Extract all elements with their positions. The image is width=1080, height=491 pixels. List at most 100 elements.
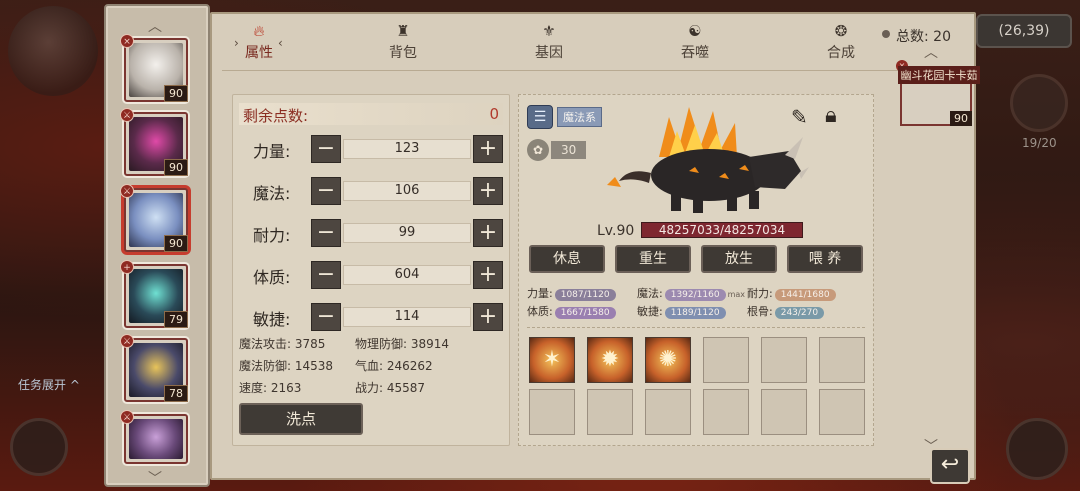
compose-icon: ❂ <box>834 22 848 40</box>
side-pet-level: 90 <box>950 111 972 126</box>
card-level: 90 <box>164 235 188 252</box>
gene-icon: ⚜ <box>542 22 556 40</box>
stat-minus-button[interactable]: − <box>311 177 341 205</box>
remaining-points-row: 剩余点数: 0 <box>239 103 503 125</box>
paw-icon: ✿ <box>527 139 549 161</box>
side-pet-card[interactable]: × 幽斗花园卡卡茹 90 <box>896 60 980 126</box>
roster-card[interactable]: × 90 <box>120 34 188 102</box>
magic-defense-text: 魔法防御: 14538 <box>239 359 334 373</box>
growth-max-badge: max <box>727 290 745 299</box>
tab-divider <box>222 70 964 71</box>
skill-slot[interactable]: ✹ <box>587 337 633 383</box>
rebirth-button[interactable]: 重生 <box>615 245 691 273</box>
list-icon[interactable]: ☰ <box>527 105 553 129</box>
roster-card[interactable]: + 79 <box>120 260 188 328</box>
tab-bag[interactable]: ♜ 背包 <box>368 22 438 62</box>
flame-skill-icon: ✹ <box>600 347 620 372</box>
stat-label: 力量: <box>253 142 291 161</box>
growth-stamina: 耐力: 1441/1680 <box>747 285 836 301</box>
stat-plus-button[interactable]: + <box>473 135 503 163</box>
stat-row-agility: 敏捷: − 114 + <box>239 301 503 333</box>
pet-portrait-tail <box>619 171 651 183</box>
growth-constitution: 体质: 1667/1580 <box>527 303 616 319</box>
stat-value: 604 <box>394 267 420 282</box>
tab-devour[interactable]: ☯ 吞噬 <box>660 22 730 62</box>
stat-minus-button[interactable]: − <box>311 303 341 331</box>
skill-slot-empty[interactable] <box>645 389 691 435</box>
tab-compose[interactable]: ❂ 合成 <box>806 22 876 62</box>
skill-slot-empty[interactable] <box>587 389 633 435</box>
stat-plus-button[interactable]: + <box>473 303 503 331</box>
section-divider <box>527 327 865 328</box>
stat-label: 敏捷: <box>253 310 291 329</box>
rest-button[interactable]: 休息 <box>529 245 605 273</box>
map-ring-button[interactable] <box>1010 74 1068 132</box>
vortex-skill-icon: ✺ <box>658 347 678 372</box>
stat-value-bar: 106 <box>343 181 471 201</box>
feed-button[interactable]: 喂 养 <box>787 245 863 273</box>
stat-plus-button[interactable]: + <box>473 177 503 205</box>
stat-row-stamina: 耐力: − 99 + <box>239 217 503 249</box>
roster-card[interactable]: ⚔ 78 <box>120 334 188 402</box>
skill-slot[interactable]: ✶ <box>529 337 575 383</box>
roster-card-selected[interactable]: ⚔ 90 <box>120 184 188 252</box>
speed-text: 速度: 2163 <box>239 381 302 395</box>
growth-strength: 力量: 1087/1120 <box>527 285 616 301</box>
pet-portrait-leg <box>727 193 737 211</box>
attribute-section: 剩余点数: 0 力量: − 123 + 魔法: − 106 + 耐力: − 99… <box>232 94 510 446</box>
skill-slot-empty[interactable] <box>819 337 865 383</box>
left-action-button[interactable] <box>10 418 68 476</box>
progress-counter: 19/20 <box>1022 136 1057 150</box>
pet-portrait-tail-flame <box>607 177 621 187</box>
growth-agility: 敏捷: 1189/1120 <box>637 303 726 319</box>
lock-icon[interactable]: 🔒︎ <box>825 103 837 128</box>
right-action-button[interactable] <box>1006 418 1068 480</box>
pet-portrait-leg <box>693 195 703 213</box>
stat-plus-button[interactable]: + <box>473 219 503 247</box>
skill-slot[interactable]: ✺ <box>645 337 691 383</box>
skill-slot-empty[interactable] <box>761 389 807 435</box>
stat-minus-button[interactable]: − <box>311 135 341 163</box>
skill-slot-empty[interactable] <box>819 389 865 435</box>
skill-slot-empty[interactable] <box>703 337 749 383</box>
card-mark-icon: ⚔ <box>120 334 134 348</box>
pet-roster: ︿ × 90 ⚔ 90 ⚔ 90 + 79 ⚔ 78 ⚔ ﹀ <box>104 4 210 487</box>
pet-portrait-leg <box>749 191 759 209</box>
skill-slot-empty[interactable] <box>529 389 575 435</box>
player-avatar[interactable] <box>8 6 98 96</box>
tab-gene[interactable]: ⚜ 基因 <box>514 22 584 62</box>
stat-value-bar: 604 <box>343 265 471 285</box>
growth-magic: 魔法: 1392/1160 max <box>637 287 745 301</box>
roster-card[interactable]: ⚔ 90 <box>120 108 188 176</box>
physical-defense-text: 物理防御: 38914 <box>355 337 450 351</box>
task-toggle[interactable]: 任务展开 ^ <box>18 376 80 393</box>
wash-points-button[interactable]: 洗点 <box>239 403 363 435</box>
skill-slot-empty[interactable] <box>703 389 749 435</box>
stat-minus-button[interactable]: − <box>311 219 341 247</box>
card-level: 79 <box>164 311 188 328</box>
stat-label: 体质: <box>253 268 291 287</box>
skill-slot-empty[interactable] <box>761 337 807 383</box>
card-mark-icon: ⚔ <box>120 184 134 198</box>
pet-portrait-horn <box>799 167 809 179</box>
roster-card[interactable]: ⚔ <box>120 410 188 464</box>
stat-plus-button[interactable]: + <box>473 261 503 289</box>
pet-rank-value: 30 <box>551 141 587 159</box>
tab-attributes[interactable]: 🔥︎ 属性 <box>224 22 294 62</box>
card-level: 90 <box>164 159 188 176</box>
stat-minus-button[interactable]: − <box>311 261 341 289</box>
tab-bar: › 🔥︎ 属性 ‹ ♜ 背包 ⚜ 基因 ☯ 吞噬 ❂ 合成 <box>212 14 974 66</box>
growth-bone: 根骨: 243/270 <box>747 303 825 319</box>
stat-value: 106 <box>394 183 420 198</box>
roster-up-arrow-icon[interactable]: ︿ <box>148 16 162 36</box>
return-icon[interactable]: ↩ <box>930 448 970 484</box>
card-level: 78 <box>164 385 188 402</box>
flame-icon: 🔥︎ <box>253 22 265 40</box>
stat-value-bar: 99 <box>343 223 471 243</box>
card-mark-icon: + <box>120 260 134 274</box>
list-up-arrow-icon[interactable]: ︿ <box>924 42 938 62</box>
card-mark-icon: × <box>120 34 134 48</box>
release-button[interactable]: 放生 <box>701 245 777 273</box>
magic-attack-text: 魔法攻击: 3785 <box>239 337 326 351</box>
roster-down-arrow-icon[interactable]: ﹀ <box>148 468 162 488</box>
